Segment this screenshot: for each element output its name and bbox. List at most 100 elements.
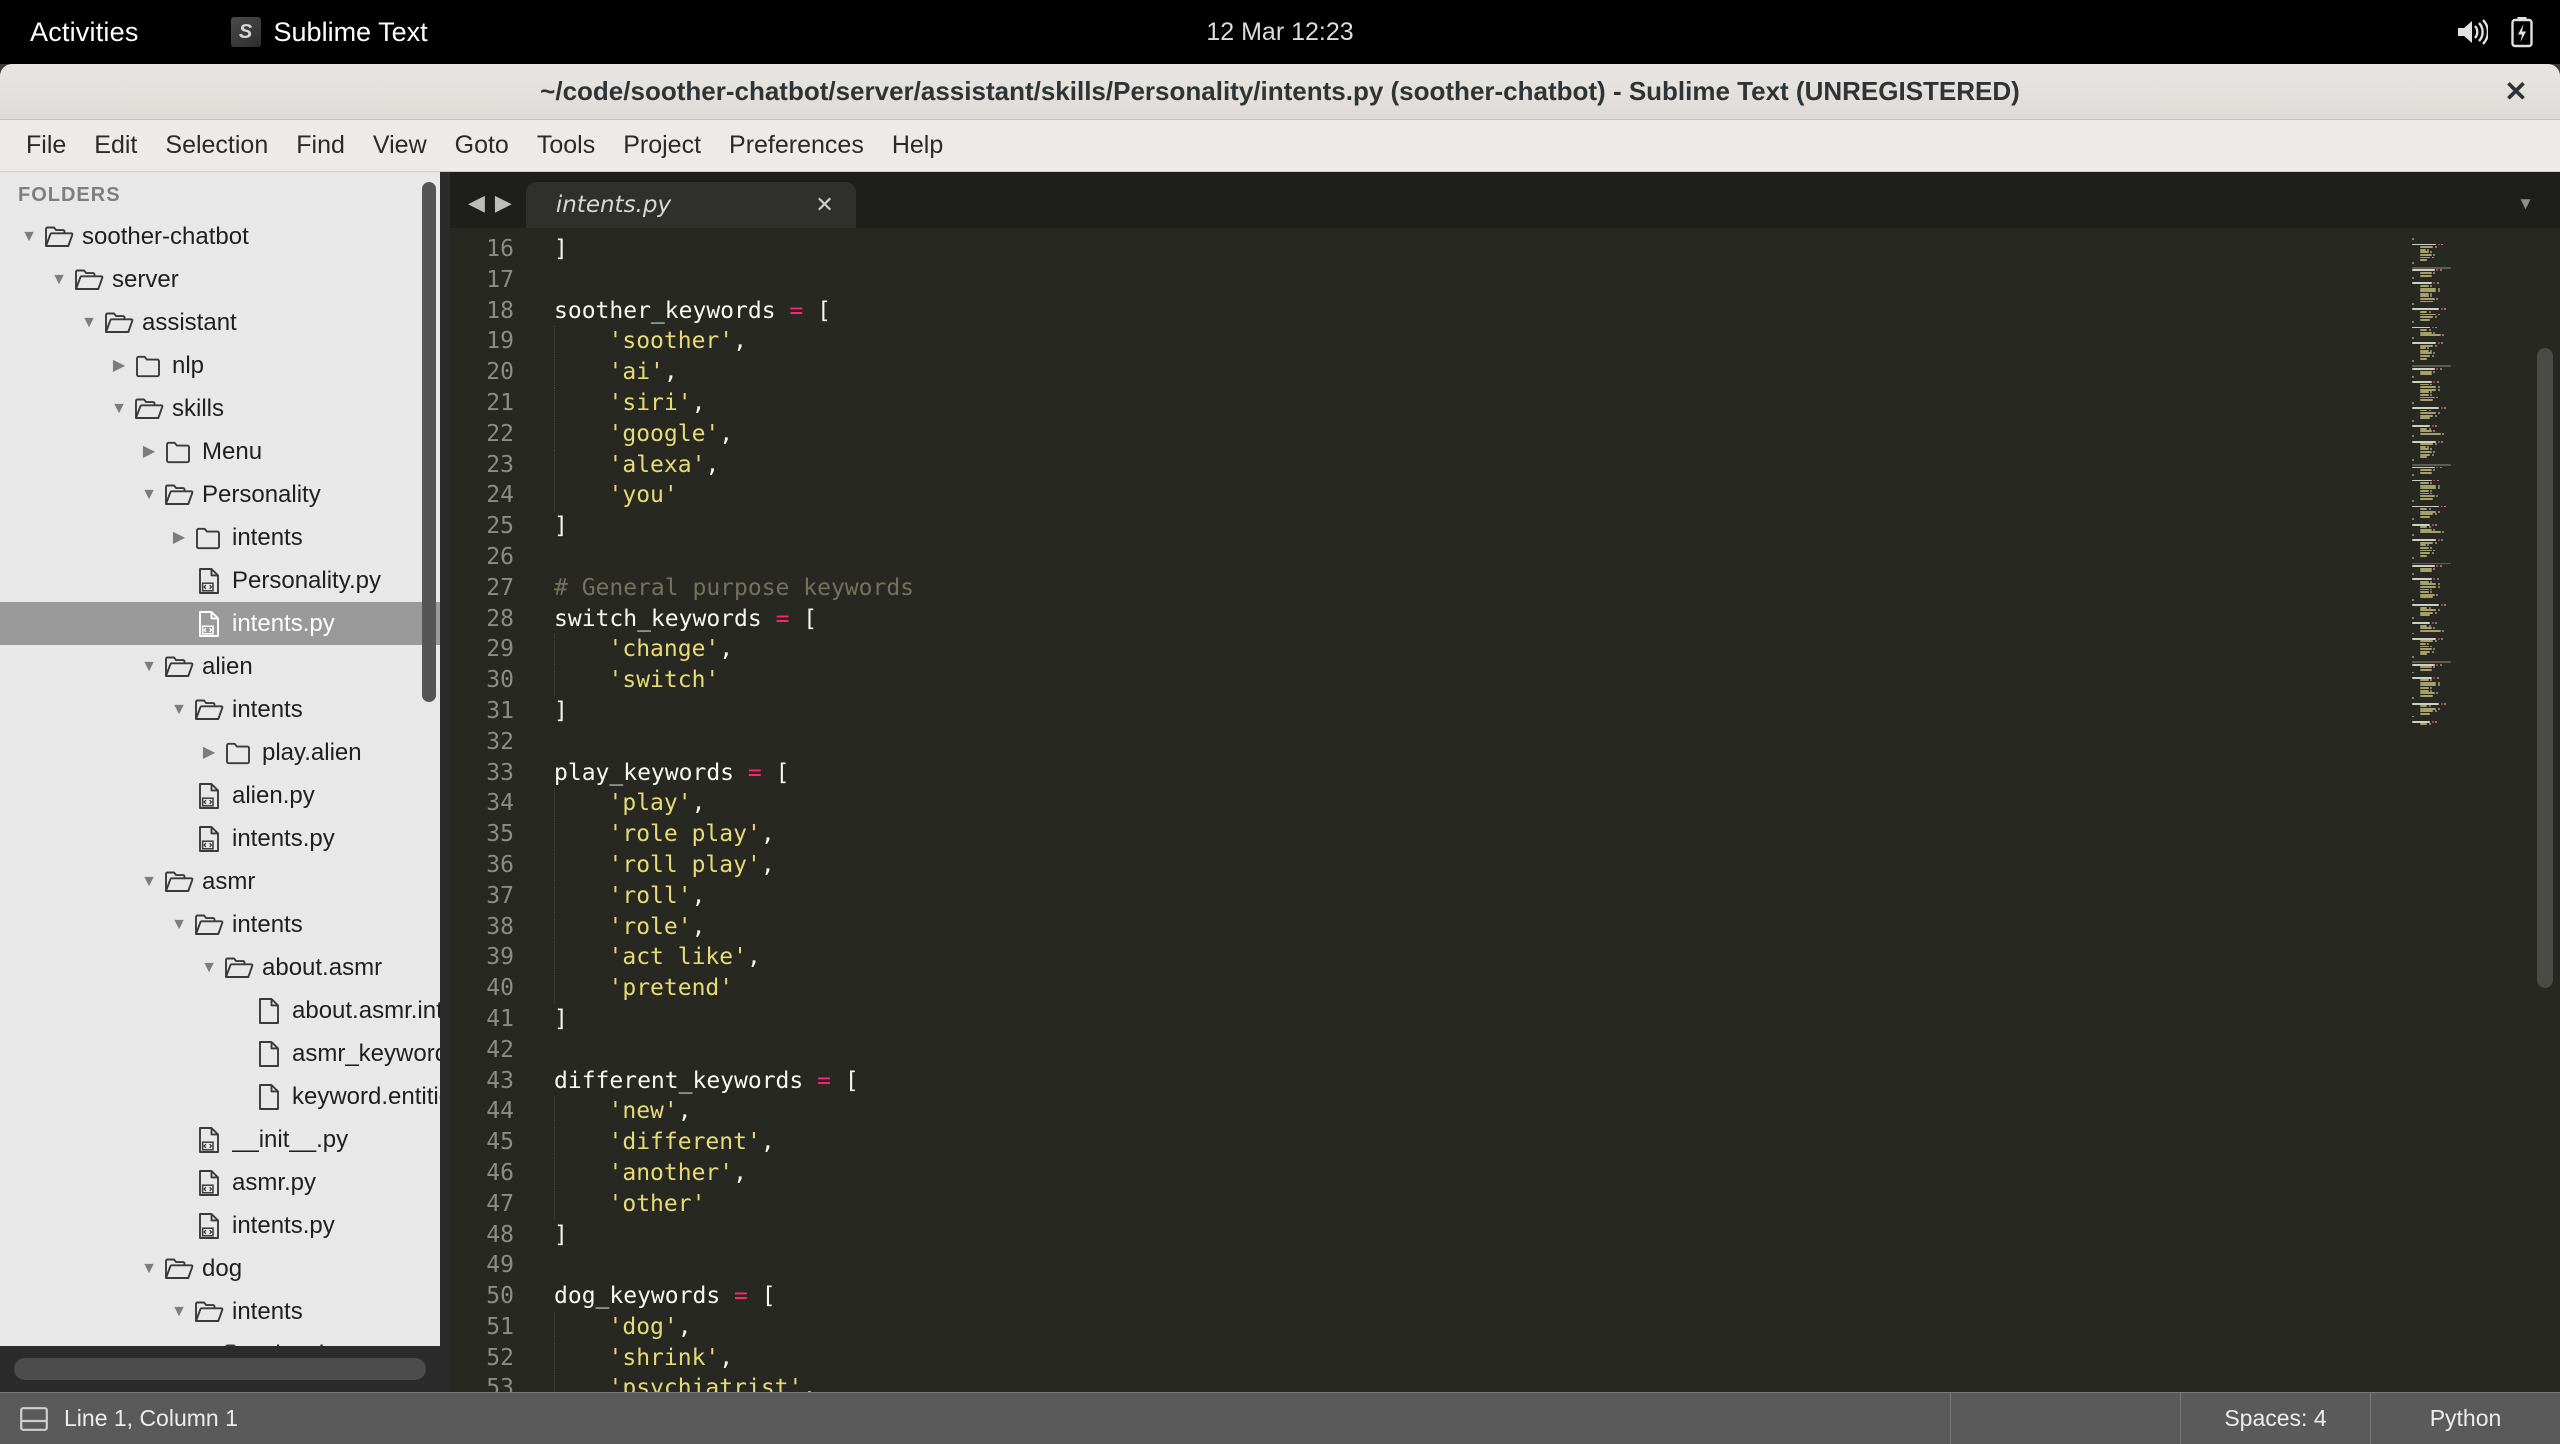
tree-item-soother-chatbot[interactable]: ▼ soother-chatbot	[0, 215, 440, 258]
code-line[interactable]	[554, 1035, 2560, 1066]
code-line[interactable]: 'act like',	[554, 942, 2560, 974]
app-menu-indicator[interactable]: S Sublime Text	[230, 17, 428, 48]
tree-item-alien[interactable]: ▼ alien	[0, 645, 440, 688]
code-line[interactable]: ]	[554, 696, 2560, 727]
code-line[interactable]: 'roll',	[554, 880, 2560, 912]
menu-item-edit[interactable]: Edit	[80, 125, 151, 166]
code-line[interactable]: 'alexa',	[554, 449, 2560, 481]
volume-icon[interactable]	[2456, 18, 2488, 46]
sidebar-toggle-icon[interactable]	[20, 1406, 48, 1431]
chevron-down-icon[interactable]: ▼	[166, 1303, 192, 1320]
code-line[interactable]	[554, 727, 2560, 758]
chevron-down-icon[interactable]: ▼	[136, 486, 162, 503]
code-line[interactable]: different_keywords = [	[554, 1066, 2560, 1097]
tree-item-intents[interactable]: ▶ intents	[0, 516, 440, 559]
tab-intents-py[interactable]: intents.py ✕	[525, 182, 856, 228]
code-line[interactable]: 'roll play',	[554, 849, 2560, 881]
sidebar-resize-handle[interactable]	[440, 172, 450, 1392]
sidebar-scroll-thumb[interactable]	[14, 1358, 426, 1380]
tree-item-intents-py[interactable]: ▶intents.py	[0, 1204, 440, 1247]
menu-item-view[interactable]: View	[359, 125, 441, 166]
code-line[interactable]	[554, 542, 2560, 573]
code-line[interactable]: dog_keywords = [	[554, 1281, 2560, 1312]
tree-item-nlp[interactable]: ▶ nlp	[0, 344, 440, 387]
code-line[interactable]: 'you'	[554, 480, 2560, 512]
tree-item-about-asmr[interactable]: ▼ about.asmr	[0, 946, 440, 989]
menu-item-find[interactable]: Find	[282, 125, 359, 166]
tree-item-intents[interactable]: ▼ intents	[0, 903, 440, 946]
tree-item-keyword-entities[interactable]: ▶keyword.entities	[0, 1075, 440, 1118]
menu-item-selection[interactable]: Selection	[151, 125, 282, 166]
code-line[interactable]: play_keywords = [	[554, 758, 2560, 789]
sidebar-vertical-scrollbar[interactable]	[422, 182, 436, 702]
code-line[interactable]: 'siri',	[554, 387, 2560, 419]
chevron-down-icon[interactable]: ▼	[196, 959, 222, 976]
syntax-button[interactable]: Python	[2370, 1393, 2560, 1444]
code-line[interactable]: switch_keywords = [	[554, 604, 2560, 635]
tree-item-about-asmr-intents[interactable]: ▶about.asmr.intents	[0, 989, 440, 1032]
code-line[interactable]: 'other'	[554, 1188, 2560, 1220]
tree-item-personality-py[interactable]: ▶Personality.py	[0, 559, 440, 602]
menu-item-goto[interactable]: Goto	[441, 125, 523, 166]
code-line[interactable]: 'role',	[554, 911, 2560, 943]
sidebar-horizontal-scrollbar[interactable]	[0, 1346, 440, 1392]
tab-close-icon[interactable]: ✕	[815, 192, 833, 218]
tree-item-alien-py[interactable]: ▶alien.py	[0, 774, 440, 817]
chevron-down-icon[interactable]: ▼	[136, 658, 162, 675]
code-area[interactable]: 16 17 18 19 20 21 22 23 24 25 26 27 28 29 30 31 32 33 34 35…	[450, 228, 2560, 1392]
chevron-down-icon[interactable]: ▼	[106, 400, 132, 417]
editor-vertical-scrollbar[interactable]	[2537, 348, 2553, 988]
menu-item-preferences[interactable]: Preferences	[715, 125, 878, 166]
chevron-right-icon[interactable]: ▶	[136, 443, 162, 460]
chevron-down-icon[interactable]: ▼	[2517, 194, 2534, 214]
code-line[interactable]: 'play',	[554, 788, 2560, 820]
menu-item-project[interactable]: Project	[609, 125, 715, 166]
tree-item-asmr[interactable]: ▼ asmr	[0, 860, 440, 903]
battery-charging-icon[interactable]	[2510, 16, 2534, 48]
code-content[interactable]: ] soother_keywords = ['soother','ai','si…	[530, 228, 2560, 1392]
indentation-button[interactable]: Spaces: 4	[2180, 1393, 2370, 1444]
menu-item-tools[interactable]: Tools	[523, 125, 609, 166]
code-line[interactable]: 'soother',	[554, 326, 2560, 358]
activities-button[interactable]: Activities	[30, 17, 139, 48]
tab-next-icon[interactable]: ▶	[495, 192, 512, 214]
clock[interactable]: 12 Mar 12:23	[1206, 18, 1353, 47]
tree-item-server[interactable]: ▼ server	[0, 258, 440, 301]
code-line[interactable]: 'ai',	[554, 357, 2560, 388]
code-line[interactable]: 'psychiatrist',	[554, 1373, 2560, 1392]
code-line[interactable]: 'another',	[554, 1157, 2560, 1189]
code-line[interactable]: 'role play',	[554, 819, 2560, 850]
code-line[interactable]: ]	[554, 511, 2560, 542]
tree-item-menu[interactable]: ▶ Menu	[0, 430, 440, 473]
chevron-down-icon[interactable]: ▼	[136, 873, 162, 890]
chevron-down-icon[interactable]: ▼	[76, 314, 102, 331]
tree-item-asmr-keyword-entities[interactable]: ▶asmr_keyword.entities	[0, 1032, 440, 1075]
tree-item-asmr-py[interactable]: ▶asmr.py	[0, 1161, 440, 1204]
tree-item-personality[interactable]: ▼ Personality	[0, 473, 440, 516]
chevron-right-icon[interactable]: ▶	[106, 357, 132, 374]
menu-item-help[interactable]: Help	[878, 125, 957, 166]
tree-item--init-py[interactable]: ▶__init__.py	[0, 1118, 440, 1161]
tree-item-assistant[interactable]: ▼ assistant	[0, 301, 440, 344]
tree-item-skills[interactable]: ▼ skills	[0, 387, 440, 430]
code-line[interactable]: ]	[554, 1004, 2560, 1035]
chevron-down-icon[interactable]: ▼	[16, 228, 42, 245]
code-line[interactable]: 'change',	[554, 634, 2560, 666]
code-line[interactable]: 'google',	[554, 418, 2560, 450]
code-line[interactable]: 'different',	[554, 1127, 2560, 1158]
code-line[interactable]: 'switch'	[554, 665, 2560, 696]
code-line[interactable]: # General purpose keywords	[554, 573, 2560, 604]
tree-item-intents[interactable]: ▼ intents	[0, 688, 440, 731]
code-line[interactable]: 'shrink',	[554, 1342, 2560, 1374]
chevron-down-icon[interactable]: ▼	[166, 916, 192, 933]
code-line[interactable]: ]	[554, 1220, 2560, 1251]
close-window-button[interactable]: ✕	[2494, 70, 2538, 114]
code-line[interactable]: 'new',	[554, 1096, 2560, 1128]
code-line[interactable]: 'dog',	[554, 1311, 2560, 1343]
tree-item-intents[interactable]: ▼ intents	[0, 1290, 440, 1333]
code-line[interactable]: ]	[554, 234, 2560, 265]
tree-item-intents-py[interactable]: ▶intents.py	[0, 602, 440, 645]
chevron-right-icon[interactable]: ▶	[166, 529, 192, 546]
tree-item-play-alien[interactable]: ▶ play.alien	[0, 731, 440, 774]
code-line[interactable]	[554, 1250, 2560, 1281]
